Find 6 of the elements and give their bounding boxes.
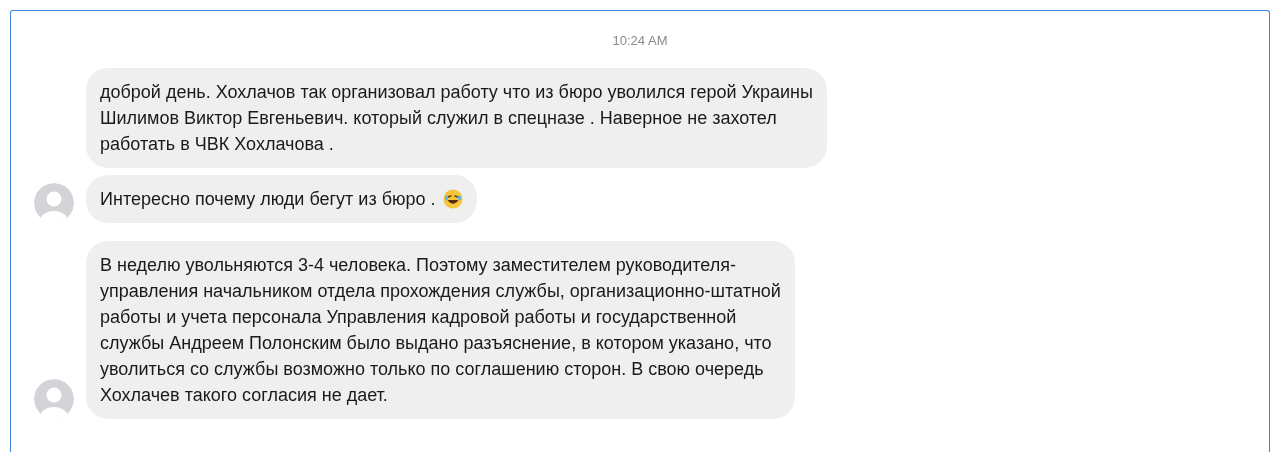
avatar-icon <box>34 379 74 419</box>
message-text: В неделю увольняются 3-4 человека. Поэтому заместителем руководителя- управления начальником отдела прохождения службы, организационно-штатной работы и учета персонала Управления кадровой работы и государственной службы Андреем Полонским было выдано разъяснение, в котором указано, что уволиться со службы возможно только по соглашению сторон. В свою очередь Хохлачев такого согласия не дает. <box>100 254 781 407</box>
avatar-icon <box>34 183 74 223</box>
message-text: доброй день. Хохлачов так организовал работу что из бюро уволился герой Украины Шилимов Виктор Евгеньевич. который служил в спецназе . Наверное не захотел работать в ЧВК Хохлачова . <box>100 81 813 156</box>
message-timestamp: 10:24 AM <box>612 33 668 49</box>
message-text: Интересно почему люди бегут из бюро . <box>100 188 436 211</box>
